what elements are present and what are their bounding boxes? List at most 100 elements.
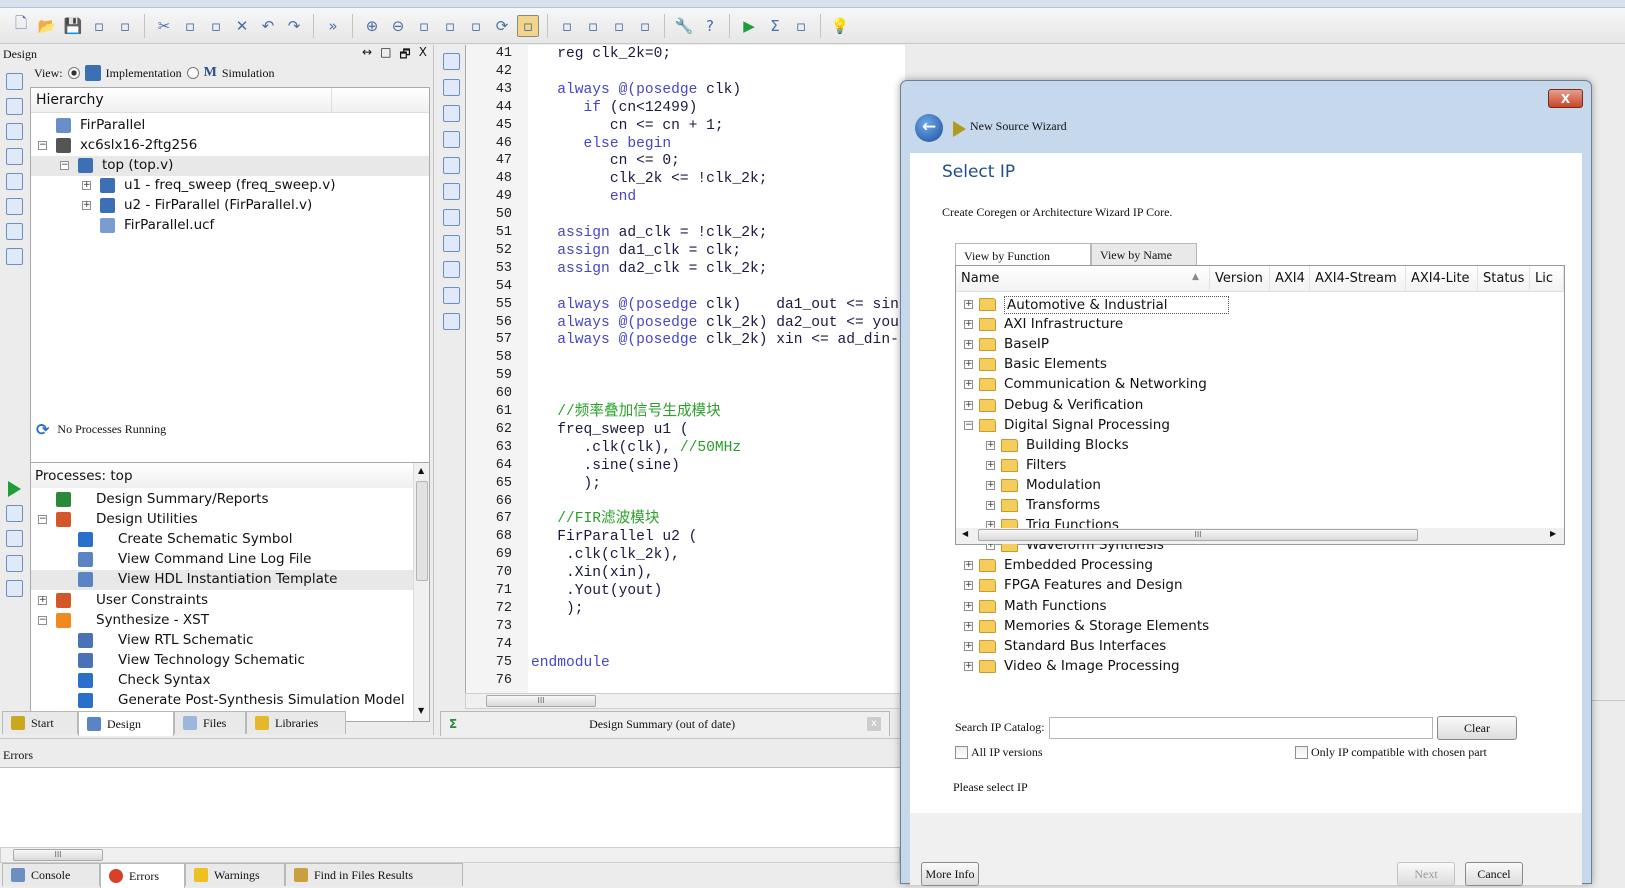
bookmark-next-icon[interactable] — [442, 183, 460, 200]
code-editor[interactable]: 41 reg clk_2k=0; 42 43 always @(posedge cl… — [465, 45, 905, 693]
code-line[interactable]: 67 //FIR滤波模块 — [466, 510, 905, 528]
compatible-ip-checkbox[interactable] — [1295, 746, 1308, 759]
compatible-ip-label[interactable]: Only IP compatible with chosen part — [1311, 745, 1487, 760]
code-line[interactable]: 49 end — [466, 188, 905, 206]
find-icon[interactable] — [442, 235, 460, 252]
save-icon[interactable]: 💾 — [62, 15, 84, 37]
simulation-label[interactable]: Simulation — [222, 66, 275, 81]
rerun-icon[interactable] — [5, 505, 23, 522]
code-line[interactable]: 42 — [466, 63, 905, 81]
column-header-version[interactable]: Version — [1210, 266, 1270, 292]
hierarchy-item[interactable]: + u2 - FirParallel (FirParallel.v) — [31, 196, 429, 216]
tab-find-in-files-results[interactable]: Find in Files Results — [285, 863, 463, 886]
copy-icon[interactable]: ▫ — [179, 15, 201, 37]
column-header-axi4-lite[interactable]: AXI4-Lite — [1406, 266, 1478, 292]
back-button[interactable]: ← — [915, 114, 943, 142]
paste-icon[interactable]: ▫ — [205, 15, 227, 37]
code-line[interactable]: 63 .clk(clk), //50MHz — [466, 439, 905, 457]
code-line[interactable]: 46 else begin — [466, 135, 905, 153]
close-tab-icon[interactable]: x — [867, 717, 881, 731]
expand-icon[interactable]: + — [986, 480, 995, 490]
refresh-icon[interactable]: ⟳ — [491, 15, 513, 37]
ip-category[interactable]: + Communication & Networking — [956, 375, 1536, 395]
column-header-name[interactable]: Name — [956, 266, 1210, 292]
restore-button[interactable]: 🗗 — [399, 45, 410, 66]
code-line[interactable]: 50 — [466, 206, 905, 224]
run-icon[interactable]: ▶ — [738, 15, 760, 37]
code-line[interactable]: 65 ); — [466, 475, 905, 493]
ip-category[interactable]: + FPGA Features and Design — [956, 576, 1536, 596]
tab-console[interactable]: Console — [2, 863, 100, 886]
code-line[interactable]: 44 if (cn<12499) — [466, 99, 905, 117]
delete-icon[interactable]: ✕ — [231, 15, 253, 37]
add-file-icon[interactable] — [5, 123, 23, 140]
help-icon[interactable]: ? — [699, 15, 721, 37]
uncomment-icon[interactable] — [442, 131, 460, 148]
expand-icon[interactable]: + — [986, 501, 995, 510]
maximize-button[interactable]: □ — [380, 45, 391, 66]
tab-files[interactable]: Files — [174, 711, 246, 734]
ip-category[interactable]: + Memories & Storage Elements — [956, 617, 1536, 637]
process-item[interactable]: Design Summary/Reports — [31, 490, 413, 510]
check-icon[interactable] — [5, 223, 23, 240]
expand-icon[interactable]: + — [964, 380, 973, 390]
expand-icon[interactable]: + — [964, 601, 973, 611]
code-line[interactable]: 70 .Xin(xin), — [466, 564, 905, 582]
process-item[interactable]: View Technology Schematic — [31, 651, 413, 671]
code-line[interactable]: 59 — [466, 367, 905, 385]
expand-icon[interactable]: + — [986, 460, 995, 470]
implementation-radio[interactable] — [67, 67, 80, 79]
all-ip-versions-label[interactable]: All IP versions — [971, 745, 1043, 760]
code-line[interactable]: 66 — [466, 493, 905, 511]
hierarchy-item[interactable]: FirParallel — [31, 116, 429, 136]
bookmark-prev-icon[interactable] — [442, 209, 460, 226]
code-line[interactable]: 53 assign da2_clk = clk_2k; — [466, 260, 905, 278]
expand-icon[interactable]: + — [986, 440, 995, 450]
process-properties-icon[interactable] — [5, 580, 23, 597]
all-ip-versions-checkbox[interactable] — [955, 746, 968, 759]
save-all-icon[interactable]: ▫ — [88, 15, 110, 37]
expand-icon[interactable]: + — [964, 641, 973, 651]
bookmark-icon[interactable] — [442, 157, 460, 174]
close-panel-button[interactable]: X — [419, 45, 427, 66]
more-info-button[interactable]: More Info — [921, 862, 979, 886]
code-line[interactable]: 48 clk_2k <= !clk_2k; — [466, 170, 905, 188]
ip-category[interactable]: + AXI Infrastructure — [956, 315, 1536, 335]
tab-design-summary[interactable]: Σ Design Summary (out of date) x — [440, 711, 890, 736]
tip-icon[interactable]: 💡 — [829, 15, 851, 37]
ip-category[interactable]: + Automotive & Industrial — [956, 295, 1536, 315]
code-line[interactable]: 45 cn <= cn + 1; — [466, 117, 905, 135]
tab-design[interactable]: Design — [78, 711, 174, 736]
tab-errors[interactable]: Errors — [100, 863, 185, 888]
zoom-out-icon[interactable]: ⊖ — [387, 15, 409, 37]
expand-icon[interactable]: + — [964, 621, 973, 631]
expand-icon[interactable]: + — [964, 360, 973, 370]
code-line[interactable]: 41 reg clk_2k=0; — [466, 45, 905, 63]
ip-category[interactable]: + Building Blocks — [956, 436, 1536, 456]
expand-icon[interactable]: + — [964, 320, 973, 330]
print-icon[interactable]: ▫ — [114, 15, 136, 37]
zoom-fit-icon[interactable]: ▫ — [413, 15, 435, 37]
process-item[interactable]: + User Constraints — [31, 591, 413, 611]
expand-icon[interactable]: + — [38, 595, 47, 605]
code-line[interactable]: 62 freq_sweep u1 ( — [466, 421, 905, 439]
scroll-right-icon[interactable]: ▶ — [1550, 529, 1556, 538]
code-line[interactable]: 52 assign da1_clk = clk; — [466, 242, 905, 260]
column-header-status[interactable]: Status — [1478, 266, 1530, 292]
ip-category[interactable]: + BaseIP — [956, 335, 1536, 355]
hierarchy-item[interactable]: − xc6slx16-2ftg256 — [31, 136, 429, 156]
ip-category[interactable]: + Basic Elements — [956, 355, 1536, 375]
ip-category[interactable]: + Debug & Verification — [956, 396, 1536, 416]
next-button[interactable]: Next — [1397, 862, 1455, 886]
process-item[interactable]: − Design Utilities — [31, 510, 413, 530]
cut-icon[interactable]: ✂ — [153, 15, 175, 37]
code-line[interactable]: 68 FirParallel u2 ( — [466, 528, 905, 546]
tab-view-by-name[interactable]: View by Name — [1091, 243, 1197, 266]
open-folder-icon[interactable]: 📂 — [36, 15, 58, 37]
expand-icon[interactable]: + — [964, 340, 973, 350]
ip-category[interactable]: + Math Functions — [956, 597, 1536, 617]
more-icon[interactable]: » — [322, 15, 344, 37]
rerun-all-icon[interactable] — [5, 530, 23, 547]
indent-icon[interactable] — [442, 53, 460, 70]
process-item[interactable]: View HDL Instantiation Template — [31, 570, 413, 591]
